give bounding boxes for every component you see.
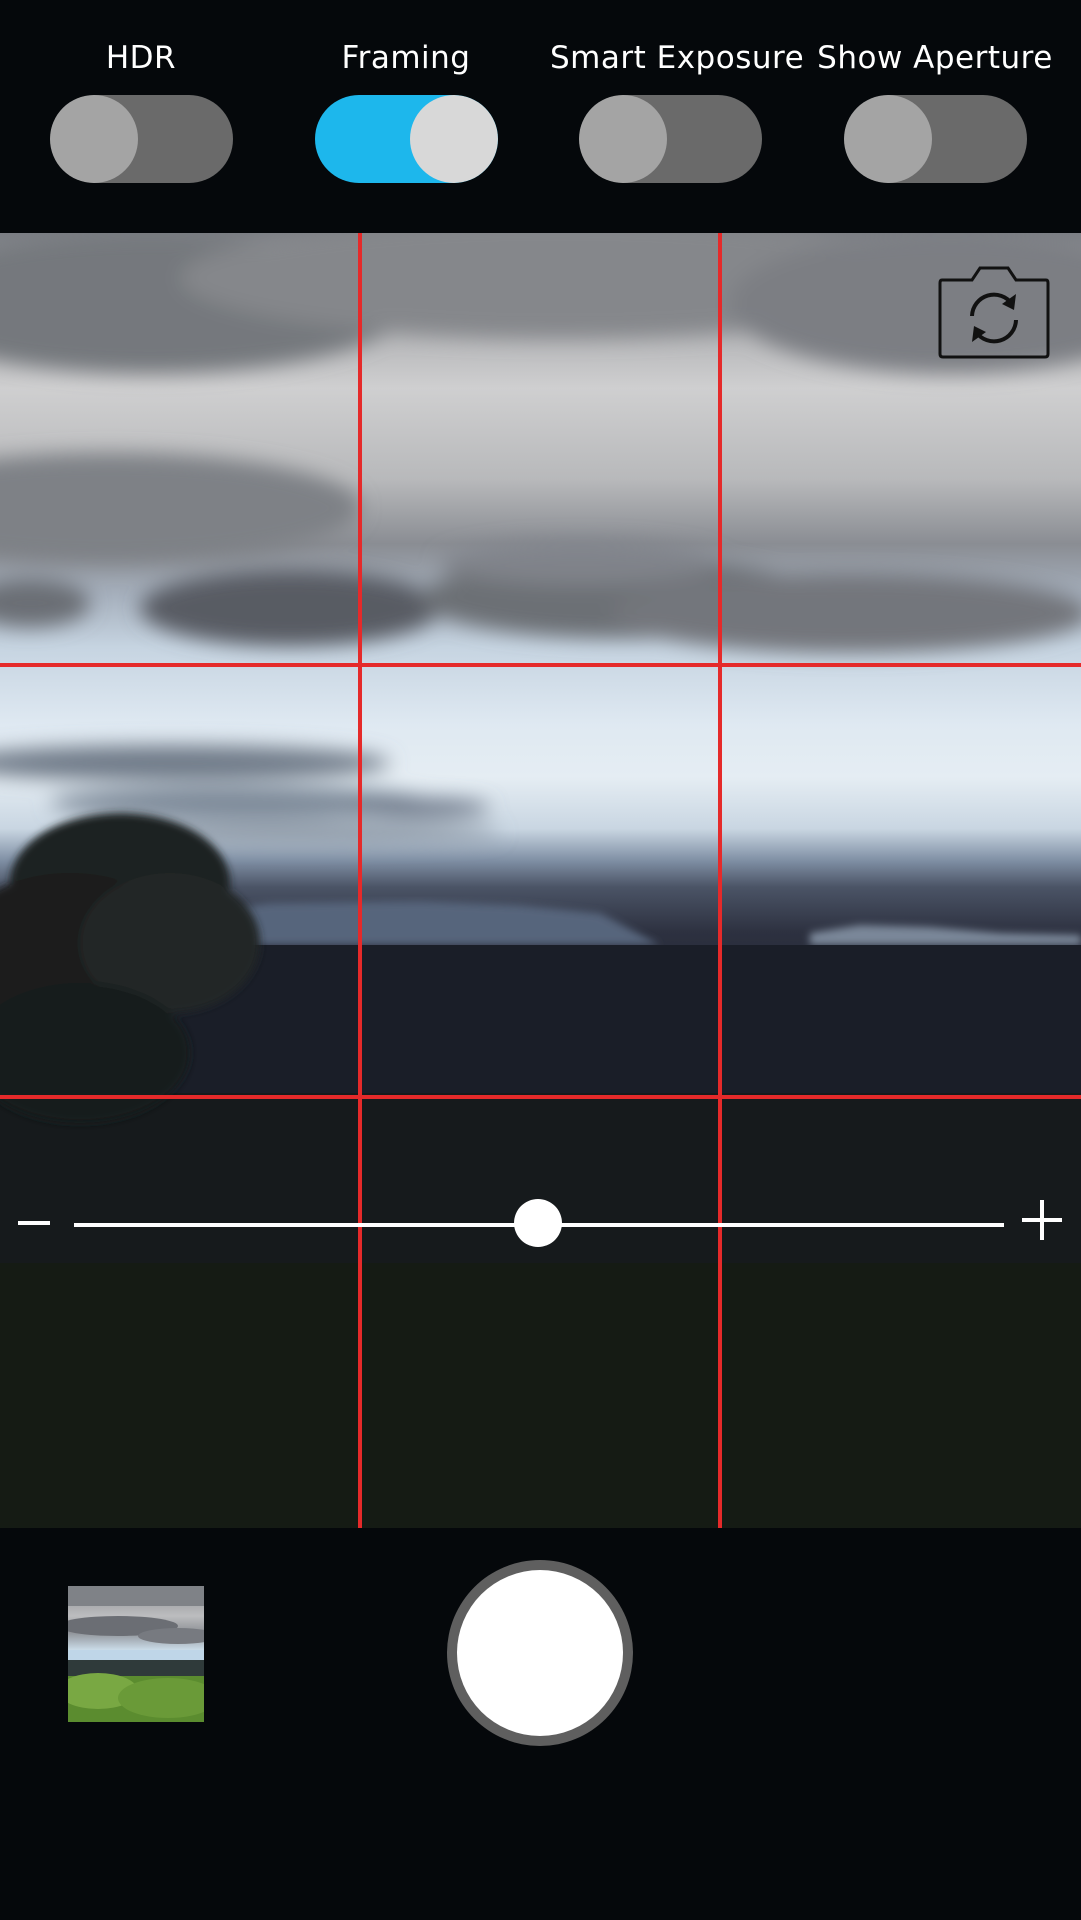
framing-label: Framing <box>341 40 471 76</box>
zoom-slider-thumb[interactable] <box>514 1199 562 1247</box>
framing-toggle[interactable] <box>315 95 498 183</box>
shutter-button[interactable] <box>447 1560 633 1746</box>
shutter-button-inner <box>457 1570 623 1736</box>
framing-grid <box>0 233 1081 1528</box>
toggle-knob <box>579 95 667 183</box>
show-aperture-toggle[interactable] <box>844 95 1027 183</box>
show-aperture-toggle-group: Show Aperture <box>815 0 1055 233</box>
thumbnail-image <box>68 1586 204 1722</box>
landscape-preview <box>0 233 1081 1528</box>
smart-exposure-toggle[interactable] <box>579 95 762 183</box>
plus-icon[interactable] <box>1022 1200 1062 1240</box>
hdr-toggle[interactable] <box>50 95 233 183</box>
toggle-knob <box>844 95 932 183</box>
capture-bar <box>0 1528 1081 1920</box>
toggle-knob <box>50 95 138 183</box>
show-aperture-label: Show Aperture <box>817 40 1053 76</box>
camera-viewfinder[interactable] <box>0 233 1081 1528</box>
photo-thumbnail[interactable] <box>68 1586 204 1722</box>
hdr-toggle-group: HDR <box>21 0 261 233</box>
smart-exposure-toggle-group: Smart Exposure <box>550 0 805 233</box>
framing-toggle-group: Framing <box>286 0 526 233</box>
camera-settings-bar: HDR Framing Smart Exposure Show Aperture <box>0 0 1081 233</box>
camera-switch-icon[interactable] <box>938 260 1050 360</box>
hdr-label: HDR <box>105 40 177 76</box>
minus-icon[interactable] <box>18 1221 50 1225</box>
toggle-knob <box>410 95 498 183</box>
smart-exposure-label: Smart Exposure <box>550 40 805 76</box>
